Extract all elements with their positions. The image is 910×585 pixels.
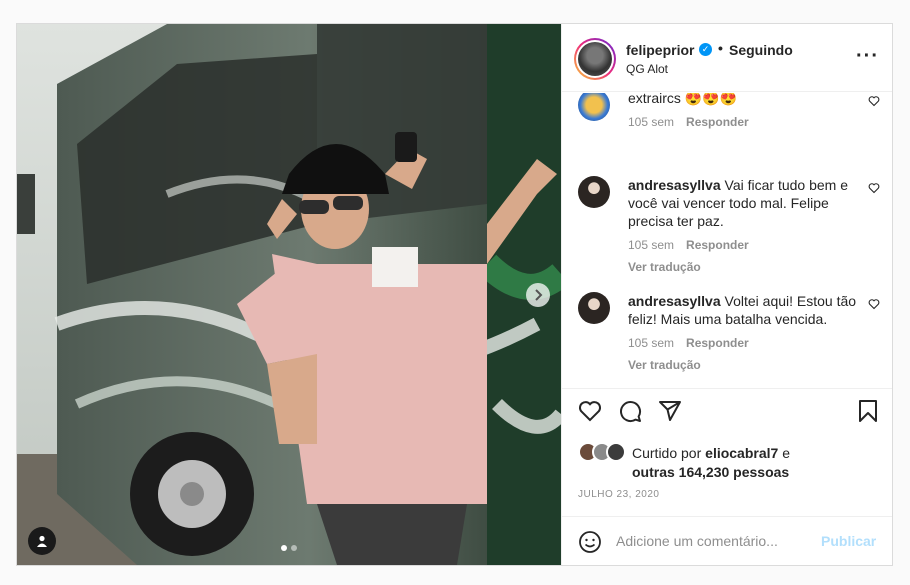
- comments-list: extraircs 😍😍😍 105 sem Responder andresasy…: [562, 93, 892, 388]
- verified-badge-icon: ✓: [699, 43, 712, 56]
- comment-time[interactable]: 105 sem: [628, 238, 674, 252]
- author-username[interactable]: felipeprior: [626, 42, 694, 58]
- heart-icon[interactable]: [868, 182, 880, 194]
- user-icon: [37, 535, 47, 547]
- reply-button[interactable]: Responder: [686, 336, 749, 350]
- post-location[interactable]: QG Alot: [626, 62, 668, 76]
- header-separator: •: [718, 40, 723, 56]
- heart-icon[interactable]: [868, 298, 880, 310]
- comment-body: andresasyllva Vai ficar tudo bem e você …: [628, 176, 858, 276]
- photo-scene: [17, 24, 561, 565]
- post-sidebar: felipeprior ✓ • Seguindo QG Alot ··· ext…: [561, 24, 892, 565]
- comment-bubble-icon[interactable]: [618, 399, 642, 423]
- comment-text: extraircs 😍😍😍: [628, 93, 738, 106]
- comment-avatar[interactable]: [578, 93, 610, 121]
- comment-body: extraircs 😍😍😍 105 sem Responder: [628, 93, 858, 131]
- likes-text: Curtido por eliocabral7 e outras 164,230…: [632, 444, 790, 482]
- heart-icon[interactable]: [868, 95, 880, 107]
- comment-avatar[interactable]: [578, 292, 610, 324]
- avatar-image: [578, 42, 612, 76]
- author-avatar[interactable]: [574, 38, 616, 80]
- carousel-dot: [291, 545, 297, 551]
- post-header: felipeprior ✓ • Seguindo QG Alot ···: [562, 24, 892, 92]
- carousel-dot-active: [281, 545, 287, 551]
- likes-prefix: Curtido por: [632, 445, 702, 461]
- tagged-users-button[interactable]: [28, 527, 56, 555]
- following-button[interactable]: Seguindo: [729, 42, 793, 58]
- see-translation-button[interactable]: Ver tradução: [628, 258, 858, 276]
- more-options-button[interactable]: ···: [856, 46, 879, 66]
- comment-input[interactable]: [616, 531, 816, 551]
- liker-username[interactable]: eliocabral7: [705, 445, 778, 461]
- post-actions: [562, 388, 892, 432]
- save-bookmark-icon[interactable]: [857, 399, 879, 423]
- carousel-next-button[interactable]: [526, 283, 550, 307]
- comment-time[interactable]: 105 sem: [628, 115, 674, 129]
- comment-username[interactable]: andresasyllva: [628, 177, 721, 193]
- reply-button[interactable]: Responder: [686, 238, 749, 252]
- comment-username[interactable]: andresasyllva: [628, 293, 721, 309]
- publish-button[interactable]: Publicar: [821, 533, 876, 549]
- chevron-right-icon: [535, 289, 543, 301]
- comment-body: andresasyllva Voltei aqui! Estou tão fel…: [628, 292, 858, 374]
- emoji-icon[interactable]: [578, 530, 602, 554]
- liker-avatar: [606, 442, 626, 462]
- reply-button[interactable]: Responder: [686, 115, 749, 129]
- likes-summary: Curtido por eliocabral7 e outras 164,230…: [578, 442, 878, 482]
- likes-count-button[interactable]: outras 164,230 pessoas: [632, 464, 789, 480]
- likes-joiner: e: [782, 445, 790, 461]
- post-photo[interactable]: [17, 24, 561, 565]
- share-paper-plane-icon[interactable]: [658, 399, 682, 423]
- post-date[interactable]: JULHO 23, 2020: [578, 489, 660, 500]
- comment-time[interactable]: 105 sem: [628, 336, 674, 350]
- comment-composer: Publicar: [562, 516, 892, 565]
- see-translation-button[interactable]: Ver tradução: [628, 356, 858, 374]
- post-modal: felipeprior ✓ • Seguindo QG Alot ··· ext…: [16, 23, 893, 566]
- like-heart-icon[interactable]: [578, 399, 602, 423]
- carousel-indicator: [281, 545, 297, 551]
- comment-avatar[interactable]: [578, 176, 610, 208]
